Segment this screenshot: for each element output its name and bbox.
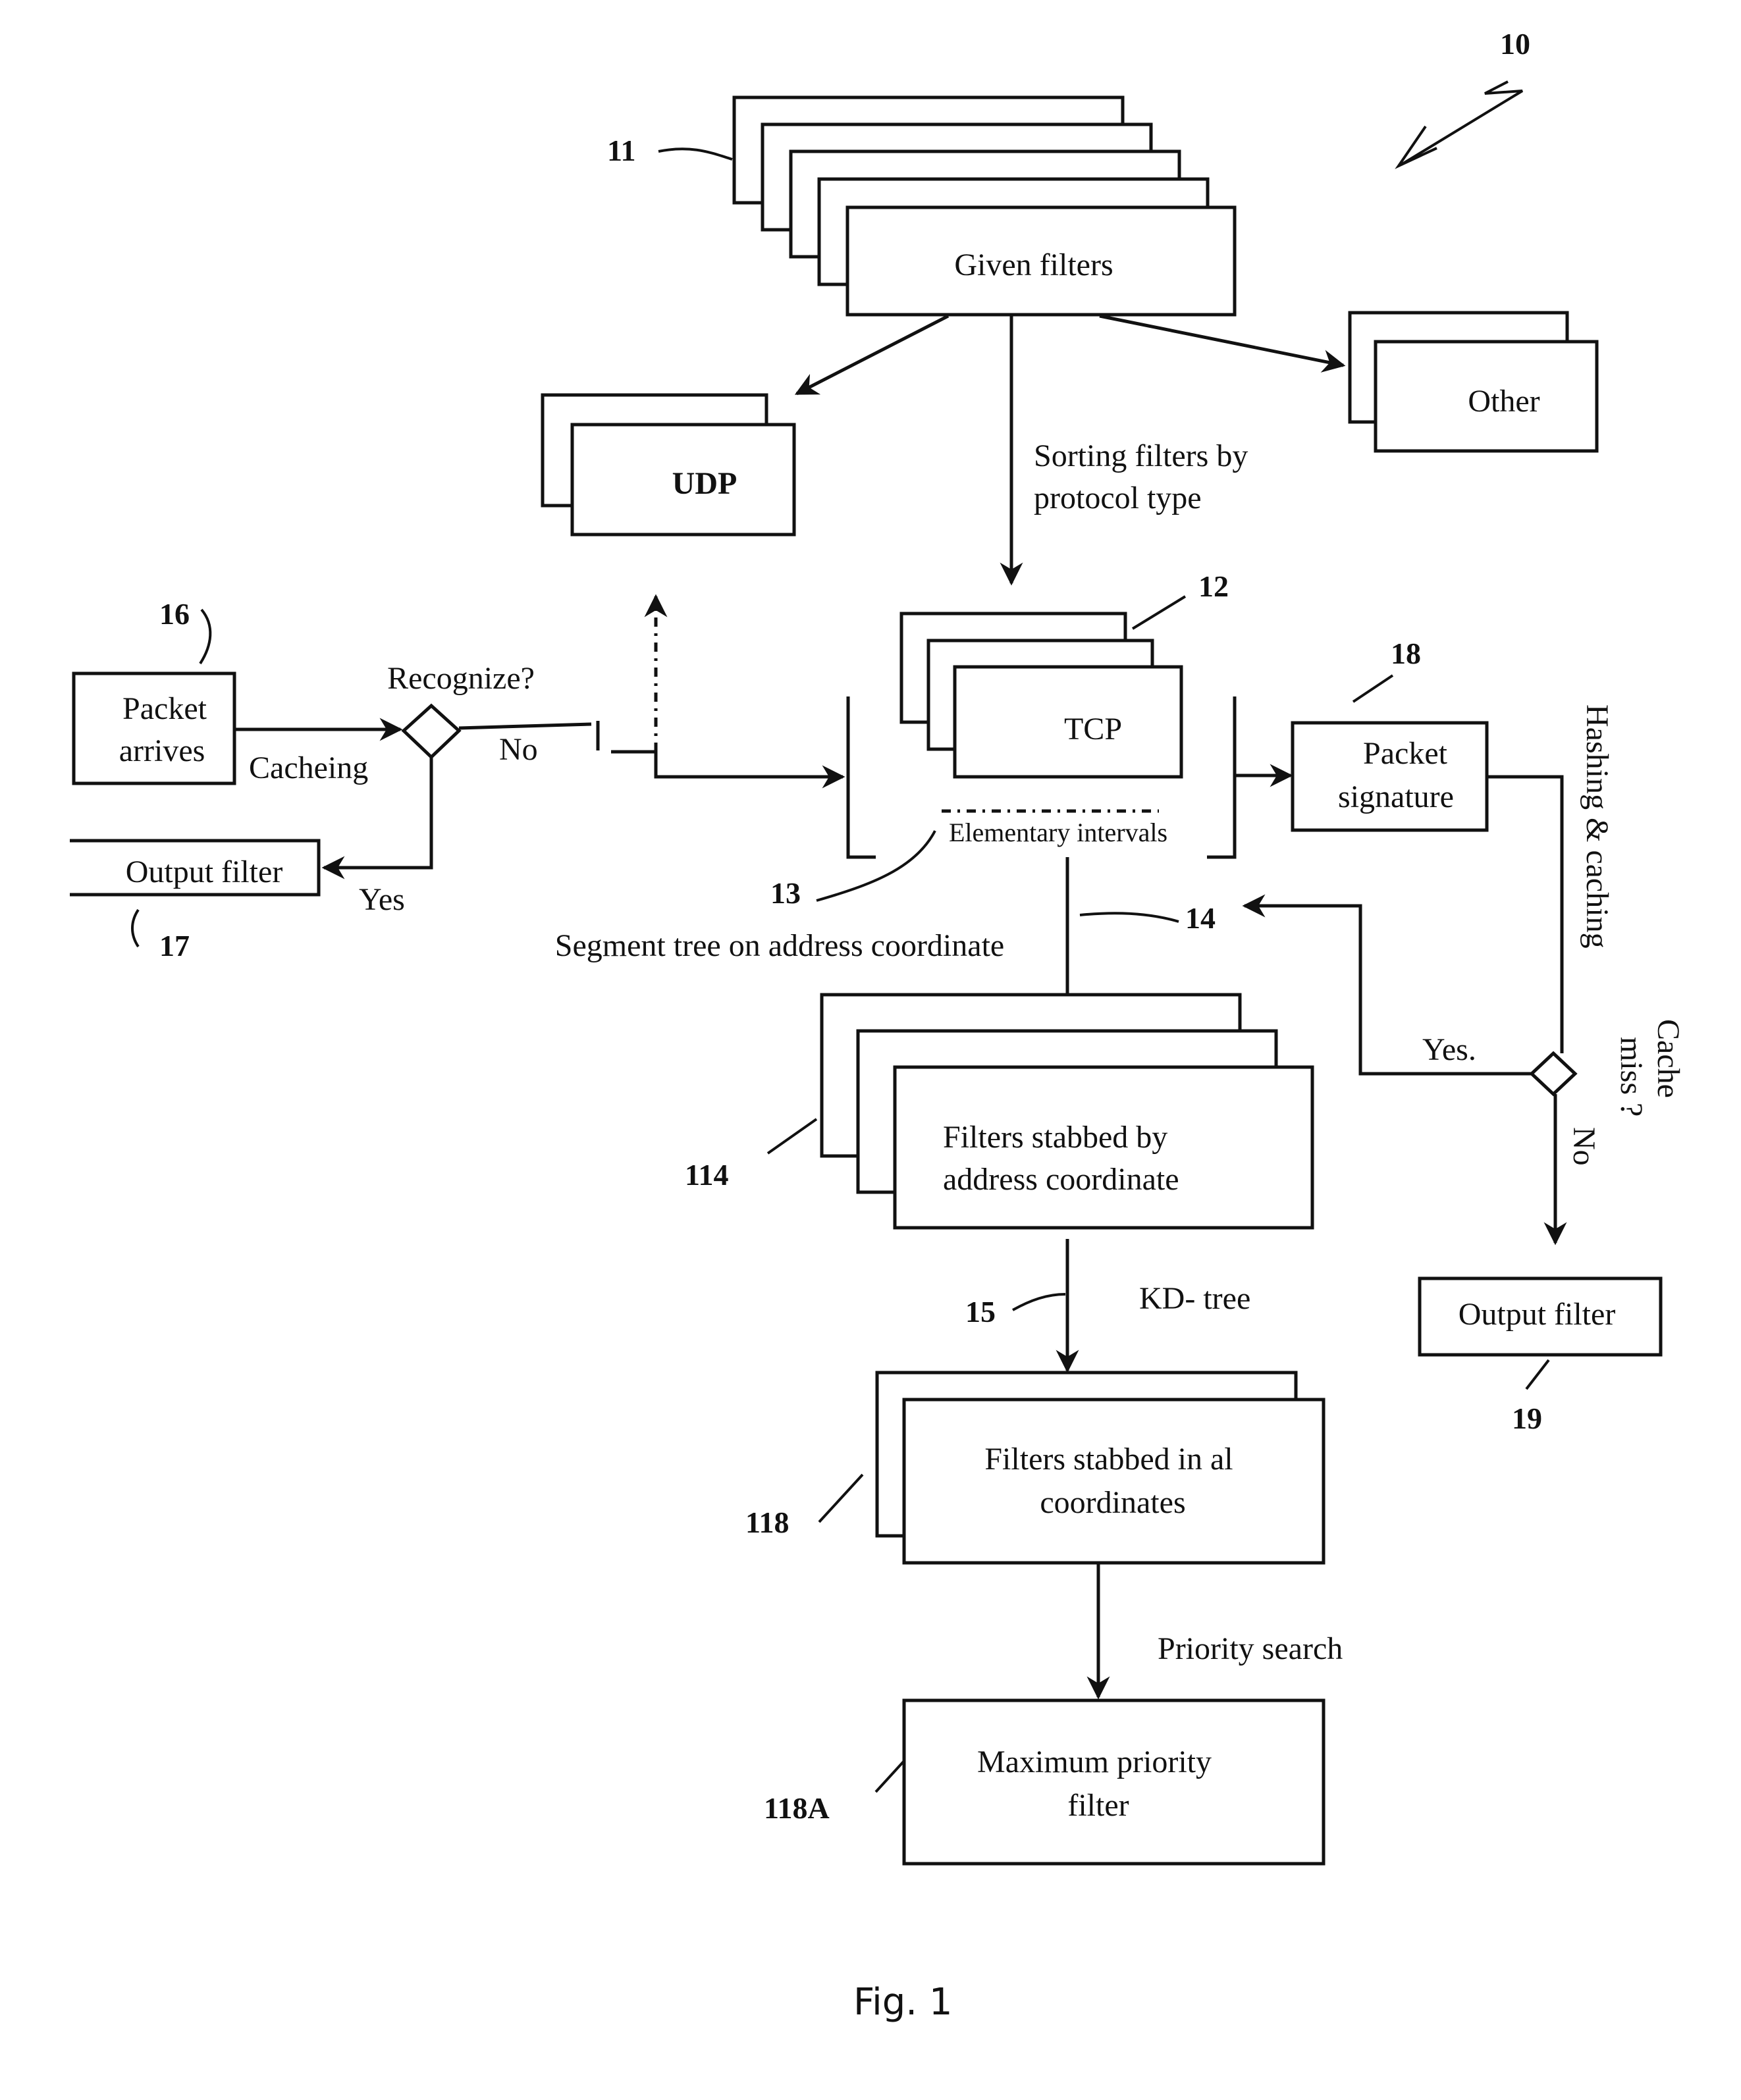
output-filter-left-label: Output filter [126, 854, 283, 889]
ref-18-label: 18 [1391, 637, 1421, 670]
yes-right-label: Yes. [1422, 1032, 1476, 1067]
ref-13-label: 13 [770, 876, 801, 910]
kd-tree-label: KD- tree [1139, 1281, 1250, 1316]
no-right-label: No [1567, 1127, 1601, 1166]
ref-19-leader [1525, 1359, 1550, 1390]
ref-12-leader [1131, 595, 1187, 630]
arrow-to-udp [794, 314, 950, 396]
udp-stack[interactable]: UDP [541, 393, 796, 537]
given-filters-label: Given filters [954, 248, 1113, 282]
cache-miss-line1: Cache [1651, 1019, 1686, 1098]
packet-arrives-line2: arrives [119, 733, 205, 768]
tcp-label: TCP [1064, 712, 1122, 747]
ref-17-leader [131, 908, 140, 948]
ref-114-label: 114 [685, 1158, 728, 1192]
filters-all-coords-box[interactable] [902, 1398, 1326, 1565]
ref-118-leader [818, 1473, 864, 1523]
given-filters-stack[interactable]: Given filters [732, 95, 1237, 317]
max-priority-filter-line1: Maximum priority [977, 1745, 1212, 1779]
packet-signature-node[interactable]: Packet signature [1291, 721, 1489, 832]
segment-bracket-right [1207, 696, 1237, 859]
output-filter-right-node[interactable]: Output filter [1418, 1276, 1663, 1357]
packet-signature-line1: Packet [1363, 736, 1448, 771]
cache-miss-line2: miss ? [1614, 1037, 1649, 1116]
filters-by-address-line1: Filters stabbed by [943, 1120, 1167, 1155]
ref-14-leader [1079, 912, 1179, 923]
no-branch-arrow-to-tcp [611, 750, 845, 789]
segment-bracket-left [846, 696, 876, 859]
filters-all-coords-line2: coordinates [1040, 1485, 1185, 1520]
segment-tree-label: Segment tree on address coordinate [555, 928, 1004, 963]
figure-caption: Fig. 1 [853, 1981, 952, 2024]
filters-all-coords-line1: Filters stabbed in al [984, 1442, 1233, 1477]
figure-reference-10: 10 [1395, 27, 1530, 169]
max-priority-filter-line2: filter [1067, 1788, 1129, 1823]
hashing-caching-label: Hashing & caching [1580, 704, 1615, 949]
priority-search-label: Priority search [1158, 1631, 1343, 1666]
ref-16-leader [199, 608, 212, 665]
ref-19-label: 19 [1512, 1402, 1542, 1435]
caching-label: Cacheing [249, 750, 368, 785]
packet-arrives-line1: Packet [122, 691, 207, 726]
arrow-to-other [1099, 314, 1346, 373]
sorting-label-line2: protocol type [1034, 481, 1202, 515]
output-filter-right-label: Output filter [1459, 1297, 1616, 1332]
output-filter-left-node[interactable]: Output filter [70, 839, 321, 897]
ref-114-leader [766, 1118, 818, 1155]
hashing-caching-line [1487, 775, 1564, 1053]
filters-by-address-line2: address coordinate [943, 1162, 1179, 1197]
ref-10-arrow-icon [1400, 80, 1524, 166]
yes-left-label: Yes [359, 882, 405, 917]
other-label: Other [1468, 384, 1540, 419]
max-priority-filter-node[interactable]: Maximum priority filter [902, 1698, 1326, 1866]
udp-label: UDP [672, 466, 737, 501]
ref-118A-label: 118A [764, 1791, 830, 1825]
elementary-intervals-label: Elementary intervals [949, 818, 1167, 847]
ref-12-label: 12 [1198, 569, 1229, 603]
ref-11-leader [658, 147, 733, 161]
ref-13-leader [816, 830, 936, 902]
ref-11-label: 11 [607, 134, 635, 167]
filters-by-address-stack[interactable]: Filters stabbed by address coordinate [820, 993, 1314, 1230]
tcp-stack[interactable]: TCP [899, 612, 1183, 779]
packet-arrives-node[interactable]: Packet arrives [72, 671, 236, 785]
recognize-decision-diamond[interactable] [401, 703, 462, 760]
ref-15-leader [1012, 1293, 1066, 1311]
ref-10-label: 10 [1500, 27, 1530, 61]
max-priority-filter-box[interactable] [902, 1698, 1326, 1866]
recognize-label: Recognize? [387, 661, 535, 696]
ref-16-label: 16 [159, 597, 190, 631]
ref-118-label: 118 [745, 1506, 789, 1539]
ref-17-label: 17 [159, 929, 190, 962]
yes-right-arrow-to-segment [1242, 894, 1532, 1076]
other-stack[interactable]: Other [1348, 311, 1599, 453]
cache-miss-decision-diamond[interactable] [1529, 1051, 1578, 1097]
flowchart-diagram: 10 Given filters 11 Sorting filters by p… [70, 27, 1686, 2024]
packet-signature-line2: signature [1338, 779, 1454, 814]
ref-15-label: 15 [965, 1295, 996, 1328]
no-branch-line [458, 722, 592, 730]
sorting-label-line1: Sorting filters by [1034, 438, 1248, 473]
no-left-label: No [499, 732, 538, 767]
ref-118A-leader [874, 1760, 905, 1793]
filters-all-coords-stack[interactable]: Filters stabbed in al coordinates [875, 1371, 1326, 1565]
ref-14-label: 14 [1185, 901, 1216, 935]
ref-18-leader [1352, 674, 1394, 703]
